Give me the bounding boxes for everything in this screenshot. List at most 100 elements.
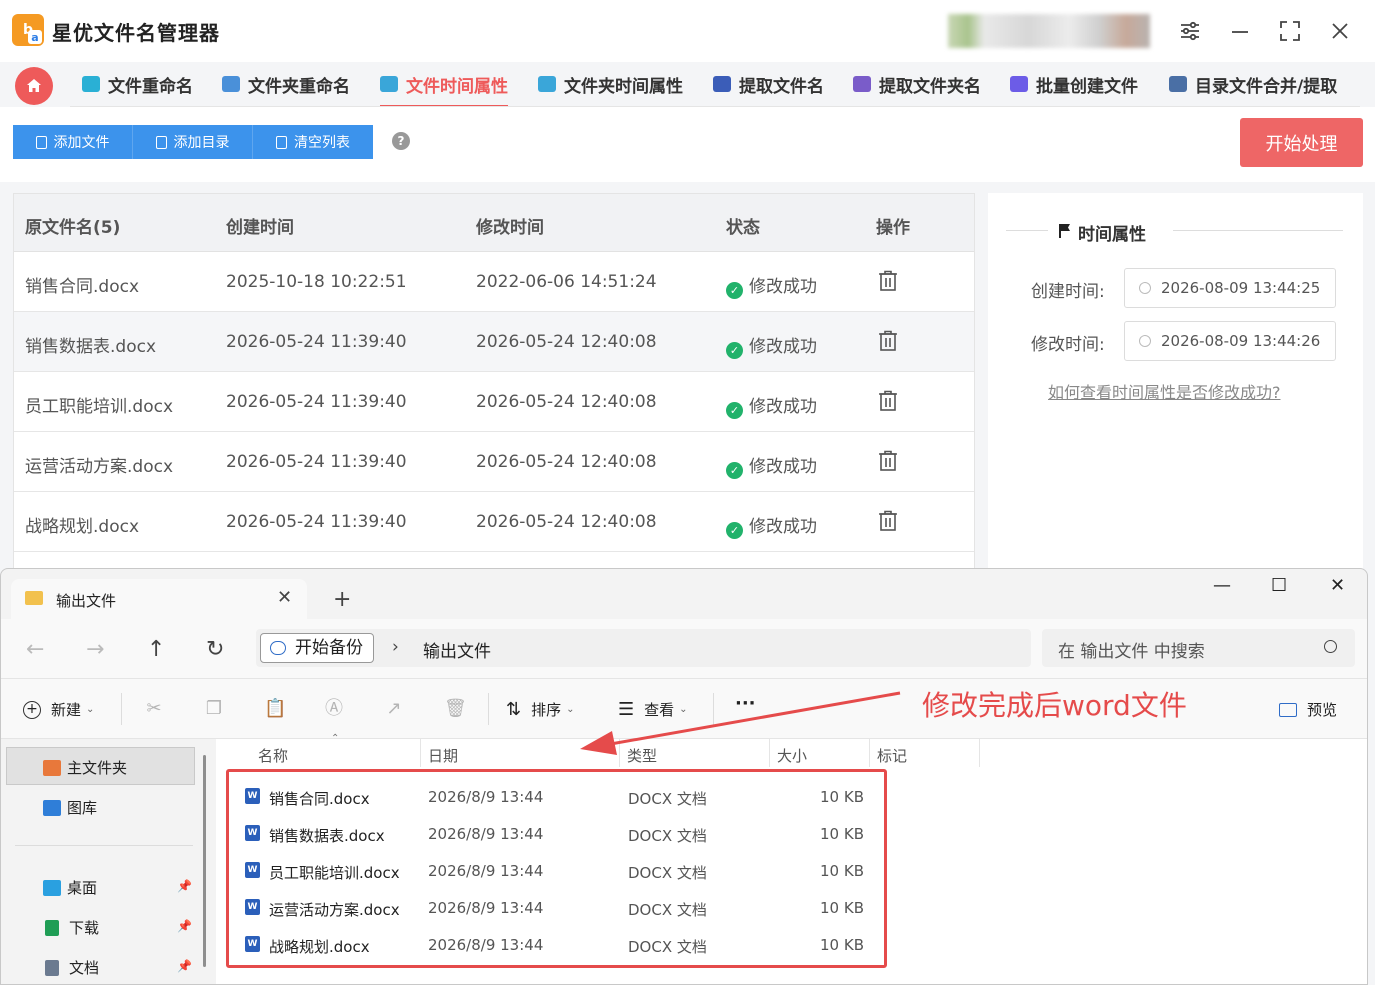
forward-icon[interactable]: → [86, 637, 104, 662]
col-original-name[interactable]: 原文件名(5) [25, 213, 120, 238]
check-circle-icon: ✓ [726, 282, 743, 299]
user-avatar-blurred[interactable] [948, 14, 1150, 48]
refresh-icon[interactable]: ↻ [206, 637, 224, 662]
breadcrumb-current[interactable]: 输出文件 [423, 637, 491, 662]
sidebar-item-downloads[interactable]: 下载 [43, 917, 99, 938]
delete-icon[interactable] [878, 510, 898, 532]
start-process-button[interactable]: 开始处理 [1240, 118, 1363, 167]
delete-icon[interactable]: 🗑 [444, 699, 467, 719]
col-size[interactable]: 大小 [777, 745, 807, 766]
pin-icon[interactable]: 📌 [177, 879, 192, 893]
minimize-icon[interactable] [1225, 16, 1255, 46]
up-icon[interactable]: ↑ [147, 637, 165, 662]
sidebar-item-documents[interactable]: 文档 [43, 957, 99, 978]
view-button[interactable]: ☰ 查看 ⌄ [618, 699, 688, 720]
cell-name: 销售合同.docx [25, 277, 140, 297]
table-row[interactable]: 运营活动方案.docx 2026-05-24 11:39:40 2026-05-… [14, 432, 974, 492]
file-time-icon [380, 76, 398, 92]
breadcrumb-root[interactable]: 开始备份 [260, 633, 374, 663]
status-text: 修改成功 [749, 397, 817, 417]
sidebar-item-home[interactable]: 主文件夹 [43, 757, 127, 778]
col-tag[interactable]: 标记 [877, 745, 907, 766]
cut-icon[interactable]: ✂ [144, 699, 164, 719]
paste-icon[interactable]: 📋 [264, 699, 286, 719]
tab-label: 文件重命名 [108, 76, 193, 97]
download-icon [45, 919, 59, 936]
modified-time-input[interactable]: 2026-08-09 13:44:26 [1124, 321, 1336, 361]
file-icon [35, 135, 47, 149]
sort-icon: ⇅ [506, 699, 522, 720]
more-options-button[interactable]: ··· [735, 693, 756, 714]
sort-caret-icon: ⌃ [331, 733, 340, 744]
close-tab-icon[interactable]: ✕ [277, 587, 292, 608]
tab-extract-filename[interactable]: 提取文件名 [713, 62, 824, 106]
tab-file-time-attr[interactable]: 文件时间属性 [380, 62, 508, 108]
col-type[interactable]: 类型 [627, 745, 657, 766]
preview-button[interactable]: 预览 [1279, 699, 1337, 720]
settings-icon[interactable] [1175, 16, 1205, 46]
pin-icon[interactable]: 📌 [177, 919, 192, 933]
add-dir-button[interactable]: 添加目录 [133, 125, 253, 159]
col-date[interactable]: 日期 [428, 745, 458, 766]
help-link[interactable]: 如何查看时间属性是否修改成功? [1048, 379, 1281, 403]
help-icon[interactable]: ? [392, 132, 410, 150]
col-status[interactable]: 状态 [726, 213, 760, 238]
tab-folder-rename[interactable]: 文件夹重命名 [222, 62, 350, 106]
add-file-button[interactable]: 添加文件 [13, 125, 133, 159]
gallery-icon [43, 799, 61, 816]
delete-icon[interactable] [878, 450, 898, 472]
sidebar-item-desktop[interactable]: 桌面 [43, 877, 97, 898]
share-icon[interactable]: ↗ [384, 699, 404, 719]
tab-dir-merge[interactable]: 目录文件合并/提取 [1169, 62, 1337, 106]
col-name[interactable]: 名称 [258, 745, 288, 766]
new-tab-icon[interactable]: + [333, 587, 351, 612]
tab-file-rename[interactable]: 文件重命名 [82, 62, 193, 106]
col-divider[interactable] [420, 739, 421, 767]
new-button[interactable]: + 新建 ⌄ [23, 699, 94, 720]
folder-icon [25, 591, 43, 605]
minimize-icon[interactable]: — [1213, 575, 1231, 596]
address-bar[interactable]: 开始备份 › 输出文件 [256, 629, 1031, 667]
explorer-tab[interactable]: 输出文件 ✕ [11, 579, 307, 619]
check-circle-icon: ✓ [726, 462, 743, 479]
tab-extract-foldername[interactable]: 提取文件夹名 [853, 62, 981, 106]
tab-folder-time-attr[interactable]: 文件夹时间属性 [538, 62, 683, 106]
tab-batch-create[interactable]: 批量创建文件 [1010, 62, 1138, 106]
table-row[interactable]: 战略规划.docx 2026-05-24 11:39:40 2026-05-24… [14, 492, 974, 552]
tab-label: 提取文件名 [739, 76, 824, 97]
close-icon[interactable]: ✕ [1330, 575, 1345, 596]
clear-list-button[interactable]: 清空列表 [253, 125, 373, 159]
created-time-input[interactable]: 2026-08-09 13:44:25 [1124, 268, 1336, 308]
sort-button[interactable]: ⇅ 排序 ⌄ [506, 699, 575, 720]
col-divider[interactable] [979, 739, 980, 767]
view-icon: ☰ [618, 699, 635, 720]
col-divider[interactable] [769, 739, 770, 767]
table-row[interactable]: 员工职能培训.docx 2026-05-24 11:39:40 2026-05-… [14, 372, 974, 432]
back-icon[interactable]: ← [26, 637, 44, 662]
delete-icon[interactable] [878, 390, 898, 412]
table-row[interactable]: 销售数据表.docx 2026-05-24 11:39:40 2026-05-2… [14, 312, 974, 372]
divider [1173, 230, 1343, 231]
chevron-down-icon: ⌄ [679, 704, 688, 715]
preview-label: 预览 [1307, 701, 1338, 719]
close-icon[interactable] [1325, 16, 1355, 46]
col-divider[interactable] [619, 739, 620, 767]
sidebar-item-gallery[interactable]: 图库 [43, 797, 97, 818]
col-modified[interactable]: 修改时间 [476, 213, 544, 238]
pin-icon[interactable]: 📌 [177, 959, 192, 973]
col-divider[interactable] [869, 739, 870, 767]
copy-icon[interactable]: ❐ [204, 699, 224, 719]
maximize-icon[interactable] [1275, 16, 1305, 46]
maximize-icon[interactable]: ☐ [1271, 575, 1287, 596]
table-row[interactable]: 销售合同.docx 2025-10-18 10:22:51 2022-06-06… [14, 252, 974, 312]
status-text: 修改成功 [749, 337, 817, 357]
home-button[interactable] [15, 67, 53, 105]
rename-icon[interactable]: Ⓐ [324, 699, 344, 719]
crumb-root-label: 开始备份 [295, 638, 363, 658]
cell-status: ✓ 修改成功 [726, 392, 817, 419]
delete-icon[interactable] [878, 270, 898, 292]
col-created[interactable]: 创建时间 [226, 213, 294, 238]
sidebar-scrollbar[interactable] [203, 755, 206, 967]
search-input[interactable]: 在 输出文件 中搜索 [1042, 629, 1355, 667]
delete-icon[interactable] [878, 330, 898, 352]
